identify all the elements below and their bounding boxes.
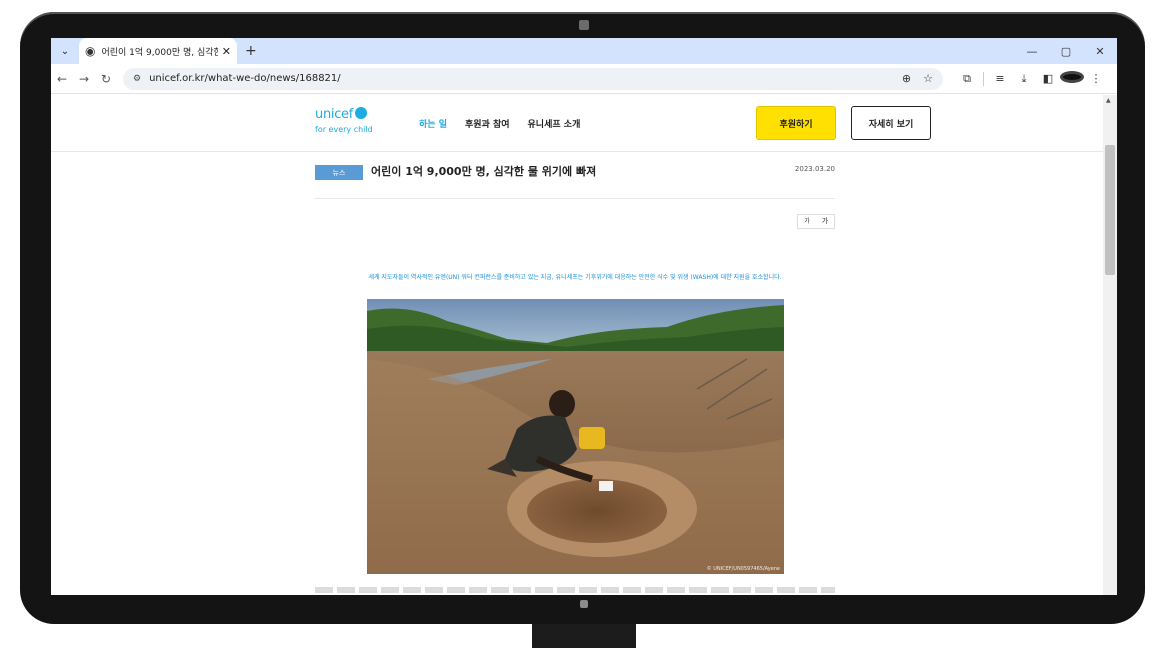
browser-toolbar: ← → ↻ ⚙ unicef.or.kr/what-we-do/news/168… — [51, 64, 1117, 94]
nav-support[interactable]: 후원과 참여 — [465, 117, 510, 130]
maximize-icon[interactable]: ▢ — [1049, 45, 1083, 58]
web-page: unicef for every child 하는 일 후원과 참여 유니세프 … — [51, 95, 1103, 595]
category-badge: 뉴스 — [315, 165, 363, 180]
donate-button[interactable]: 후원하기 — [756, 106, 836, 140]
tab-strip: ⌄ ◉ 어린이 1억 9,000만 명, 심각한 ✕ + — ▢ ✕ — [51, 38, 1117, 64]
font-increase-button[interactable]: 가 — [816, 215, 834, 228]
tab-close-icon[interactable]: ✕ — [222, 45, 231, 58]
scrollbar-thumb[interactable] — [1105, 145, 1115, 275]
site-globe-icon: ◉ — [85, 44, 96, 58]
article-photo: © UNICEF/UN0597465/Ayene — [367, 299, 784, 574]
bookmark-star-icon[interactable]: ☆ — [923, 72, 933, 85]
article-header: 뉴스 어린이 1억 9,000만 명, 심각한 물 위기에 빠져 2023.03… — [315, 155, 835, 199]
menu-icon[interactable]: ⋮ — [1084, 72, 1108, 85]
media-icon[interactable]: ≡ — [988, 72, 1012, 85]
zoom-icon[interactable]: ⊕ — [902, 72, 911, 85]
browser-window: ⌄ ◉ 어린이 1억 9,000만 명, 심각한 ✕ + — ▢ ✕ ← → ↻… — [51, 38, 1117, 595]
unicef-emblem-icon — [355, 107, 368, 119]
toolbar-divider — [983, 71, 984, 86]
logo-text: unicef — [315, 107, 354, 122]
scene: ⌄ ◉ 어린이 1억 9,000만 명, 심각한 ✕ + — ▢ ✕ ← → ↻… — [0, 0, 1153, 648]
unicef-logo[interactable]: unicef for every child — [315, 107, 373, 134]
nav-what-we-do[interactable]: 하는 일 — [419, 117, 447, 130]
site-info-icon[interactable]: ⚙ — [133, 74, 141, 84]
learn-more-button[interactable]: 자세히 보기 — [851, 106, 931, 140]
photo-credit: © UNICEF/UN0597465/Ayene — [706, 566, 780, 572]
extensions-icon[interactable]: ⧉ — [955, 72, 979, 86]
webcam — [579, 20, 589, 30]
site-header: unicef for every child 하는 일 후원과 참여 유니세프 … — [51, 95, 1103, 152]
profile-avatar[interactable] — [1060, 71, 1084, 86]
window-controls: — ▢ ✕ — [1015, 38, 1117, 64]
tab-search-icon[interactable]: ⌄ — [55, 41, 75, 61]
article-title: 어린이 1억 9,000만 명, 심각한 물 위기에 빠져 — [371, 165, 597, 178]
new-tab-button[interactable]: + — [245, 43, 257, 59]
logo-tagline: for every child — [315, 125, 373, 134]
forward-icon[interactable]: → — [73, 72, 95, 86]
side-panel-icon[interactable]: ◧ — [1036, 72, 1060, 85]
tab-title: 어린이 1억 9,000만 명, 심각한 — [101, 47, 218, 58]
reload-icon[interactable]: ↻ — [95, 72, 117, 86]
main-nav: 하는 일 후원과 참여 유니세프 소개 — [419, 117, 580, 130]
power-led — [580, 600, 588, 608]
font-size-controls: 가 가 — [797, 214, 835, 229]
close-window-icon[interactable]: ✕ — [1083, 45, 1117, 58]
nav-about[interactable]: 유니세프 소개 — [528, 117, 581, 130]
article-lead: 세계 지도자들이 역사적인 유엔(UN) 워터 컨퍼런스를 준비하고 있는 지금… — [368, 274, 782, 281]
page-scrollbar[interactable]: ▲ — [1103, 95, 1117, 595]
scroll-up-icon[interactable]: ▲ — [1106, 97, 1111, 104]
photo-drawing — [367, 299, 784, 574]
back-icon[interactable]: ← — [51, 72, 73, 86]
address-bar[interactable]: ⚙ unicef.or.kr/what-we-do/news/168821/ ⊕… — [123, 67, 943, 90]
article-date: 2023.03.20 — [794, 165, 835, 173]
url-text[interactable]: unicef.or.kr/what-we-do/news/168821/ — [149, 73, 890, 84]
download-icon[interactable]: ⤓ — [1012, 72, 1036, 86]
font-decrease-button[interactable]: 가 — [798, 215, 816, 228]
active-tab[interactable]: ◉ 어린이 1억 9,000만 명, 심각한 ✕ — [79, 38, 237, 64]
article-body-preview — [315, 587, 835, 593]
minimize-icon[interactable]: — — [1015, 45, 1049, 58]
toolbar-icons: ⧉ ≡ ⤓ ◧ ⋮ — [955, 71, 1108, 86]
